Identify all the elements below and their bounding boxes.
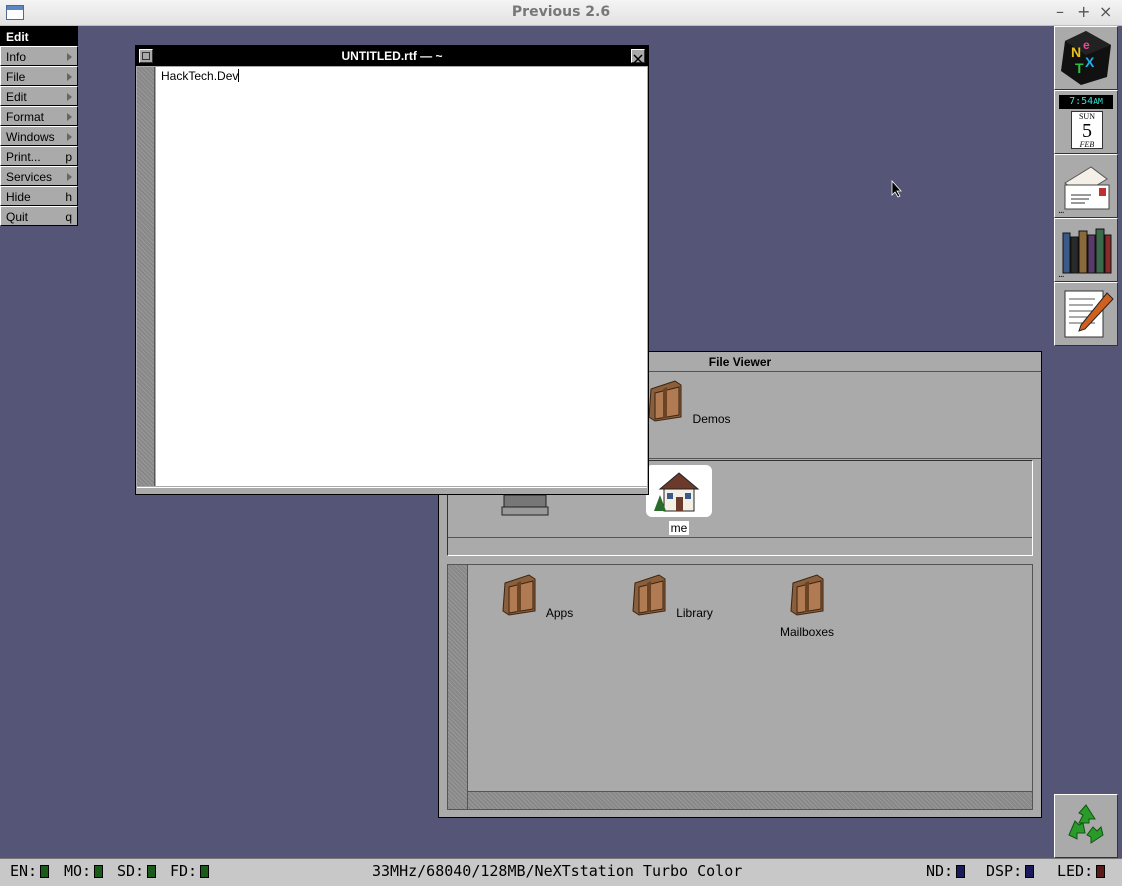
- document-text: HackTech.Dev: [161, 69, 239, 83]
- text-window-titlebar[interactable]: UNTITLED.rtf — ~: [136, 46, 648, 66]
- calendar-icon: SUN 5 FEB: [1071, 111, 1103, 149]
- submenu-arrow-icon: [67, 53, 72, 61]
- folder-icon: [502, 574, 536, 616]
- menu-item-info[interactable]: Info: [0, 46, 78, 66]
- folder-icon: [648, 380, 682, 422]
- menu-item-label: Services: [6, 170, 53, 184]
- led-indicator: [956, 865, 966, 878]
- recycle-icon: [1068, 804, 1104, 844]
- shortcut-key: q: [65, 210, 72, 224]
- submenu-arrow-icon: [67, 73, 72, 81]
- icon-label: Mailboxes: [779, 625, 835, 639]
- clock-time-display: 7:54AM: [1059, 95, 1113, 109]
- dock-recycler[interactable]: [1054, 794, 1118, 858]
- status-en: EN:: [10, 862, 50, 880]
- menu-item-file[interactable]: File: [0, 66, 78, 86]
- host-title: Previous 2.6: [511, 4, 611, 20]
- window-close-button[interactable]: [631, 49, 645, 64]
- vertical-scrollbar[interactable]: [448, 565, 468, 809]
- submenu-arrow-icon: [67, 113, 72, 121]
- svg-text:N: N: [1071, 44, 1081, 60]
- shortcut-key: p: [65, 150, 72, 164]
- menu-item-label: Quit: [6, 210, 29, 224]
- menu-item-label: Windows: [6, 130, 55, 144]
- menu-item-label: Hide: [6, 190, 31, 204]
- mouse-cursor-icon: [891, 180, 902, 198]
- led-indicator: [200, 865, 210, 878]
- menu-item-quit[interactable]: Quit q: [0, 206, 78, 226]
- led-indicator: [94, 865, 104, 878]
- close-button[interactable]: ×: [1099, 2, 1112, 21]
- svg-text:X: X: [1085, 54, 1095, 70]
- app-menu: Edit Info File Edit Format Windows Print…: [0, 26, 78, 226]
- svg-text:e: e: [1083, 38, 1090, 52]
- path-scrollbar[interactable]: [448, 537, 1032, 555]
- maximize-button[interactable]: +: [1077, 2, 1090, 21]
- menu-item-print[interactable]: Print... p: [0, 146, 78, 166]
- dock-clock[interactable]: 7:54AM SUN 5 FEB: [1054, 90, 1118, 154]
- menu-item-label: Print...: [6, 150, 41, 164]
- dock-mail[interactable]: ...: [1054, 154, 1118, 218]
- machine-info: 33MHz/68040/128MB/NeXTstation Turbo Colo…: [372, 862, 743, 880]
- icon-label: Demos: [692, 412, 731, 426]
- menu-item-edit[interactable]: Edit: [0, 86, 78, 106]
- dock-librarian[interactable]: ...: [1054, 218, 1118, 282]
- icon-label: Apps: [545, 606, 574, 620]
- dock-not-running-dots: ...: [1058, 206, 1065, 216]
- submenu-arrow-icon: [67, 133, 72, 141]
- led-indicator: [1096, 865, 1106, 878]
- menu-item-services[interactable]: Services: [0, 166, 78, 186]
- folder-item-library[interactable]: Library: [627, 571, 717, 621]
- window-resize-bar[interactable]: [137, 487, 647, 494]
- browser-content: Apps Library Mailboxes: [447, 564, 1033, 810]
- status-mo: MO:: [64, 862, 104, 880]
- books-icon: [1062, 228, 1112, 274]
- status-led: LED:: [1057, 862, 1106, 880]
- folder-item-mailboxes[interactable]: Mailboxes: [762, 571, 852, 640]
- menu-item-windows[interactable]: Windows: [0, 126, 78, 146]
- home-icon: [646, 465, 712, 517]
- status-sd: SD:: [117, 862, 157, 880]
- svg-text:T: T: [1075, 60, 1084, 76]
- minimize-button[interactable]: –: [1056, 2, 1064, 21]
- text-editor-window[interactable]: UNTITLED.rtf — ~ HackTech.Dev: [135, 45, 649, 495]
- icon-label: me: [668, 521, 690, 535]
- menu-title[interactable]: Edit: [0, 26, 78, 46]
- led-indicator: [147, 865, 157, 878]
- menu-item-label: Edit: [6, 90, 27, 104]
- led-indicator: [1025, 865, 1035, 878]
- submenu-arrow-icon: [67, 173, 72, 181]
- shortcut-key: h: [65, 190, 72, 204]
- dock-not-running-dots: ...: [1058, 270, 1065, 280]
- text-caret: [238, 69, 240, 82]
- status-fd: FD:: [170, 862, 210, 880]
- status-nd: ND:: [926, 862, 966, 880]
- emulator-status-bar: EN: MO: SD: FD: 33MHz/68040/128MB/NeXTst…: [0, 858, 1122, 886]
- text-window-title: UNTITLED.rtf — ~: [341, 49, 443, 63]
- folder-icon: [790, 574, 824, 616]
- next-cube-icon: N e X T: [1061, 31, 1111, 85]
- dock-next-logo[interactable]: N e X T: [1054, 26, 1118, 90]
- submenu-arrow-icon: [67, 93, 72, 101]
- menu-item-format[interactable]: Format: [0, 106, 78, 126]
- horizontal-scrollbar[interactable]: [468, 791, 1032, 809]
- folder-icon: [632, 574, 666, 616]
- mail-icon: [1064, 166, 1110, 210]
- menu-item-label: Format: [6, 110, 45, 124]
- next-desktop: Edit Info File Edit Format Windows Print…: [0, 26, 1122, 858]
- text-document-area[interactable]: HackTech.Dev: [156, 67, 647, 486]
- edit-pencil-icon: [1064, 290, 1114, 338]
- led-indicator: [40, 865, 50, 878]
- menu-item-hide[interactable]: Hide h: [0, 186, 78, 206]
- folder-item-apps[interactable]: Apps: [492, 571, 582, 621]
- dock-edit[interactable]: [1054, 282, 1118, 346]
- text-vertical-scrollbar[interactable]: [137, 67, 155, 486]
- menu-item-label: File: [6, 70, 26, 84]
- icon-label: Library: [676, 606, 713, 620]
- close-x-icon: [633, 54, 643, 64]
- host-titlebar: Previous 2.6 – + ×: [0, 0, 1122, 26]
- menu-item-label: Info: [6, 50, 27, 64]
- shelf-item-demos[interactable]: Demos: [644, 377, 734, 427]
- status-dsp: DSP:: [986, 862, 1035, 880]
